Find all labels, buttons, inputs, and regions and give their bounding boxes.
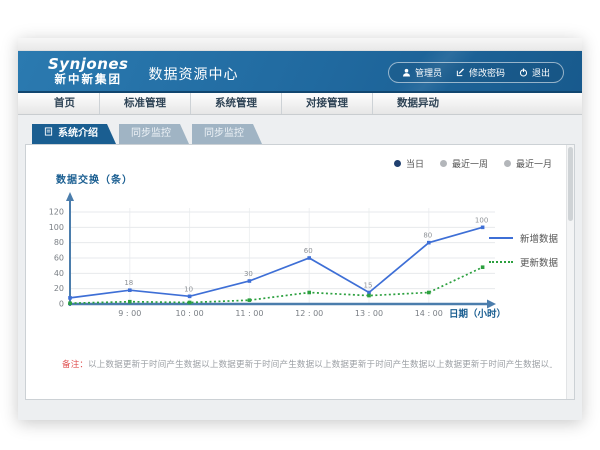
change-password-button[interactable]: 修改密码 [456, 66, 505, 79]
svg-text:40: 40 [54, 269, 64, 278]
user-icon [402, 68, 411, 77]
logo-subtitle: 新中新集团 [48, 73, 129, 85]
user-toolbar: 管理员 修改密码 退出 [388, 62, 564, 83]
tab-sync-monitor-1[interactable]: 同步监控 [119, 124, 189, 144]
green-dotted-swatch [489, 261, 513, 263]
nav-item-standard-management[interactable]: 标准管理 [100, 93, 191, 114]
svg-text:120: 120 [49, 208, 64, 217]
footnote-text: 以上数据更新于时间产生数据以上数据更新于时间产生数据以上数据更新于时间产生数据以… [88, 360, 552, 370]
radio-dot-icon [504, 160, 511, 167]
legend-item-updated-data[interactable]: 更新数据 [489, 255, 558, 269]
admin-user-label: 管理员 [415, 66, 442, 79]
legend-item-new-data[interactable]: 新增数据 [489, 231, 558, 245]
scrollbar-thumb[interactable] [568, 147, 573, 221]
nav-item-home[interactable]: 首页 [30, 93, 100, 114]
svg-text:12 : 00: 12 : 00 [295, 309, 323, 318]
y-axis-title: 数据交换（条） [56, 171, 133, 186]
tab-sync-monitor-2[interactable]: 同步监控 [192, 124, 262, 144]
footnote: 备注：以上数据更新于时间产生数据以上数据更新于时间产生数据以上数据更新于时间产生… [62, 358, 552, 370]
svg-text:60: 60 [304, 247, 313, 255]
tab-system-intro[interactable]: 系统介绍 [32, 124, 116, 144]
tab-bar: 系统介绍 同步监控 同步监控 [32, 124, 575, 144]
app-window: Synjones 新中新集团 数据资源中心 管理员 修改密码 退出 首页 标准管… [18, 38, 582, 420]
radio-today[interactable]: 当日 [394, 157, 424, 170]
tab-label: 同步监控 [204, 124, 244, 144]
svg-text:60: 60 [54, 254, 64, 263]
company-logo: Synjones 新中新集团 [48, 57, 129, 85]
radio-label: 最近一周 [452, 157, 488, 170]
radio-dot-icon [394, 160, 401, 167]
change-password-label: 修改密码 [469, 66, 505, 79]
svg-text:10 : 00: 10 : 00 [176, 309, 204, 318]
edit-icon [456, 68, 465, 77]
blue-line-swatch [489, 237, 513, 239]
nav-item-data-change[interactable]: 数据异动 [373, 93, 463, 114]
chart-legend: 新增数据 更新数据 [489, 231, 558, 269]
radio-label: 最近一月 [516, 157, 552, 170]
svg-text:13 : 00: 13 : 00 [355, 309, 383, 318]
nav-item-interface-management[interactable]: 对接管理 [282, 93, 373, 114]
line-chart: 0 20 40 60 80 100 120 9 : 00 10 : 00 11 : 00 12 : … [40, 189, 510, 329]
power-icon [519, 68, 528, 77]
logo-text: Synjones [48, 57, 129, 73]
window-top-strip [18, 38, 582, 51]
nav-item-system-management[interactable]: 系统管理 [191, 93, 282, 114]
footnote-prefix: 备注： [62, 360, 88, 370]
svg-text:18: 18 [124, 279, 133, 287]
legend-label: 新增数据 [520, 231, 558, 245]
legend-label: 更新数据 [520, 255, 558, 269]
admin-user-button[interactable]: 管理员 [402, 66, 442, 79]
time-range-filter: 当日 最近一周 最近一月 [394, 157, 552, 170]
svg-text:100: 100 [475, 216, 488, 224]
chart-panel: 当日 最近一周 最近一月 数据交换（条） 0 20 40 60 80 100 120 9 : … [25, 144, 575, 400]
svg-text:30: 30 [244, 270, 253, 278]
logout-label: 退出 [532, 66, 550, 79]
svg-text:80: 80 [54, 238, 64, 247]
svg-text:80: 80 [423, 232, 432, 240]
main-nav: 首页 标准管理 系统管理 对接管理 数据异动 [18, 93, 582, 115]
tab-label: 同步监控 [131, 124, 171, 144]
tab-label: 系统介绍 [58, 124, 98, 144]
svg-text:100: 100 [49, 223, 64, 232]
radio-last-week[interactable]: 最近一周 [440, 157, 488, 170]
svg-text:10: 10 [184, 285, 193, 293]
page-title: 数据资源中心 [149, 64, 239, 84]
svg-text:14 : 00: 14 : 00 [415, 309, 443, 318]
svg-text:日期（小时）: 日期（小时） [449, 308, 506, 320]
radio-last-month[interactable]: 最近一月 [504, 157, 552, 170]
svg-text:20: 20 [54, 284, 64, 293]
svg-text:9 : 00: 9 : 00 [118, 309, 141, 318]
panel-scrollbar[interactable] [566, 145, 574, 399]
content-area: 系统介绍 同步监控 同步监控 当日 最近一周 [18, 115, 582, 400]
chart-area: 0 20 40 60 80 100 120 9 : 00 10 : 00 11 : 00 12 : … [40, 189, 510, 333]
logout-button[interactable]: 退出 [519, 66, 550, 79]
svg-text:15: 15 [364, 282, 373, 290]
svg-text:0: 0 [59, 300, 64, 309]
radio-label: 当日 [406, 157, 424, 170]
svg-text:11 : 00: 11 : 00 [235, 309, 263, 318]
radio-dot-icon [440, 160, 447, 167]
app-header: Synjones 新中新集团 数据资源中心 管理员 修改密码 退出 [18, 51, 582, 93]
document-icon [44, 124, 53, 144]
